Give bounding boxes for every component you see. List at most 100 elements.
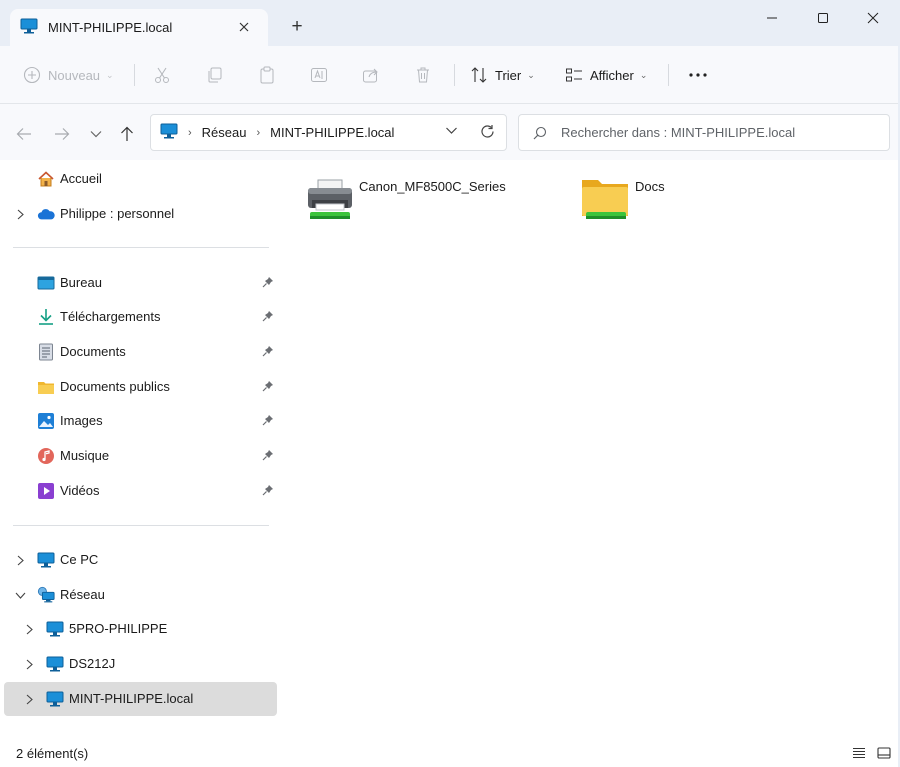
plus-circle-icon (23, 66, 41, 84)
toolbar-divider (668, 64, 669, 86)
tab-current[interactable]: MINT-PHILIPPE.local (10, 9, 268, 46)
sidebar-item-ds212j[interactable]: DS212J (4, 648, 277, 680)
sidebar-item-mint-philippe[interactable]: MINT-PHILIPPE.local (4, 682, 277, 716)
pin-icon[interactable] (262, 484, 274, 499)
sidebar-item-desktop[interactable]: Bureau (4, 267, 277, 299)
chevron-down-icon: ⌄ (106, 69, 114, 80)
maximize-icon (818, 13, 828, 23)
view-icon (566, 68, 582, 82)
download-icon (37, 308, 55, 326)
window-close-button[interactable] (853, 5, 893, 31)
chevron-right-icon[interactable] (23, 658, 35, 670)
sidebar-item-label: Documents publics (60, 379, 170, 394)
chevron-right-icon[interactable] (23, 693, 35, 705)
search-icon (533, 126, 547, 139)
sidebar-item-pictures[interactable]: Images (4, 405, 277, 437)
up-button[interactable] (115, 122, 139, 146)
arrow-right-icon (55, 128, 70, 140)
pin-icon[interactable] (262, 380, 274, 395)
sidebar-item-music[interactable]: Musique (4, 440, 277, 472)
item-count: 2 élément(s) (16, 746, 89, 761)
search-box[interactable] (518, 114, 890, 151)
pc-icon (37, 551, 55, 569)
chevron-right-icon[interactable] (14, 554, 26, 566)
desktop-icon (37, 274, 55, 292)
onedrive-cloud-icon (37, 205, 55, 223)
computer-icon (46, 690, 64, 708)
chevron-right-icon[interactable] (23, 623, 35, 635)
sidebar-item-label: Accueil (60, 171, 102, 186)
copy-button[interactable] (206, 46, 224, 104)
sidebar-item-home[interactable]: Accueil (4, 163, 277, 195)
delete-button[interactable] (414, 46, 432, 104)
sidebar-item-documents[interactable]: Documents (4, 336, 277, 368)
pictures-icon (37, 412, 55, 430)
share-button[interactable] (362, 46, 380, 104)
sidebar-item-label: Vidéos (60, 483, 100, 498)
tab-title: MINT-PHILIPPE.local (48, 20, 173, 35)
address-bar[interactable]: › Réseau › MINT-PHILIPPE.local (150, 114, 507, 151)
breadcrumb-chevron-icon[interactable]: › (256, 127, 260, 139)
sidebar-item-label: Téléchargements (60, 309, 161, 324)
address-history-button[interactable] (445, 124, 458, 140)
pin-icon[interactable] (262, 310, 274, 325)
sidebar-item-network[interactable]: Réseau (4, 579, 277, 611)
new-tab-button[interactable]: + (286, 16, 308, 38)
share-icon (363, 68, 378, 83)
view-button[interactable]: Afficher ⌄ (565, 46, 647, 104)
breadcrumb-chevron-icon[interactable]: › (188, 127, 192, 139)
pin-icon[interactable] (262, 414, 274, 429)
paste-button[interactable] (258, 46, 276, 104)
view-button-label: Afficher (590, 67, 634, 83)
more-options-button[interactable] (688, 46, 708, 104)
refresh-button[interactable] (480, 124, 495, 142)
address-row: › Réseau › MINT-PHILIPPE.local (0, 104, 900, 160)
pin-icon[interactable] (262, 345, 274, 360)
back-button[interactable] (12, 122, 36, 146)
search-input[interactable] (561, 125, 881, 140)
rename-button[interactable] (310, 46, 328, 104)
sidebar-item-videos[interactable]: Vidéos (4, 475, 277, 507)
breadcrumb-network[interactable]: Réseau (202, 125, 247, 140)
trash-icon (417, 67, 429, 83)
file-list: Canon_MF8500C_Series Docs (282, 160, 900, 730)
cut-button[interactable] (153, 46, 171, 104)
pin-icon[interactable] (262, 449, 274, 464)
file-item-name: Canon_MF8500C_Series (359, 179, 506, 194)
chevron-down-icon[interactable] (14, 589, 26, 601)
tiles-view-icon (877, 747, 891, 759)
tab-close-icon[interactable] (234, 17, 254, 37)
pin-icon[interactable] (262, 276, 274, 291)
rename-icon (311, 68, 327, 82)
paste-icon (260, 66, 274, 84)
scissors-icon (155, 67, 169, 83)
sidebar-item-5pro-philippe[interactable]: 5PRO-PHILIPPE (4, 613, 277, 645)
videos-icon (37, 482, 55, 500)
minimize-icon (767, 17, 777, 19)
file-item-printer[interactable]: Canon_MF8500C_Series (304, 172, 554, 236)
sidebar-item-downloads[interactable]: Téléchargements (4, 301, 277, 333)
large-icons-view-button[interactable] (876, 745, 892, 761)
toolbar-divider (134, 64, 135, 86)
details-view-button[interactable] (851, 745, 867, 761)
minimize-button[interactable] (752, 5, 792, 31)
recent-locations-button[interactable] (84, 122, 108, 146)
forward-button[interactable] (50, 122, 74, 146)
folder-icon (37, 378, 55, 396)
breadcrumb-current[interactable]: MINT-PHILIPPE.local (270, 125, 394, 140)
sidebar-item-public-documents[interactable]: Documents publics (4, 371, 277, 403)
chevron-right-icon[interactable] (14, 208, 26, 220)
music-icon (37, 447, 55, 465)
documents-icon (37, 343, 55, 361)
details-view-icon (853, 747, 865, 759)
maximize-button[interactable] (803, 5, 843, 31)
shared-folder-icon (582, 180, 628, 219)
close-icon (867, 12, 879, 24)
new-button[interactable]: Nouveau ⌄ (23, 46, 114, 104)
sidebar-item-this-pc[interactable]: Ce PC (4, 544, 277, 576)
sidebar-item-onedrive[interactable]: Philippe : personnel (4, 198, 277, 230)
sidebar-item-label: Musique (60, 448, 110, 463)
sort-button[interactable]: Trier ⌄ (470, 46, 535, 104)
file-item-docs[interactable]: Docs (580, 172, 830, 236)
chevron-down-icon (90, 131, 102, 138)
